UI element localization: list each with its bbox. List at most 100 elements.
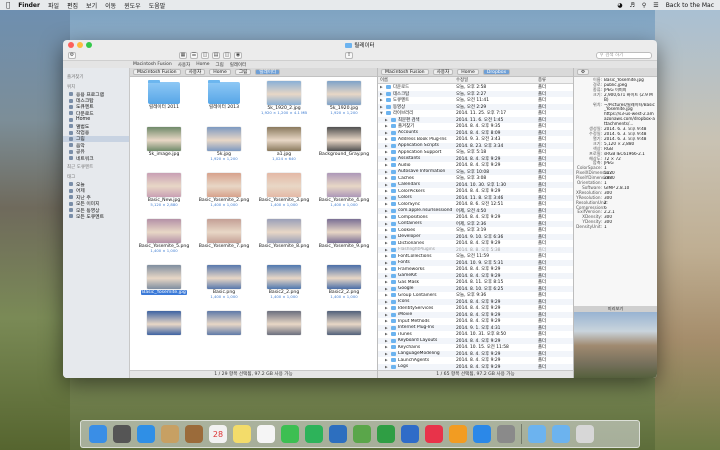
column-header-name[interactable]: 이름 — [378, 77, 456, 83]
path-tab[interactable]: 사용자 — [432, 69, 454, 75]
quicklook-button[interactable]: ◉ — [234, 51, 242, 59]
disclosure-triangle-icon[interactable]: ▶ — [385, 339, 389, 343]
list-row[interactable]: ▶ Colors 2014. 11. 8. 오후 3:46 폴더 — [378, 194, 573, 201]
applications-folder-icon[interactable] — [528, 425, 546, 443]
file-icon-item[interactable]: Basic_Yosemite_5.png 1,400 × 1,000 — [134, 217, 194, 263]
window-titlebar[interactable]: 릴레이터 — [63, 40, 657, 50]
menu-item-file[interactable]: 파일 — [48, 1, 59, 10]
photos-icon[interactable] — [329, 425, 347, 443]
disclosure-triangle-icon[interactable]: ▶ — [385, 345, 389, 349]
sidebar-section-title[interactable]: 최근 도큐멘트 — [63, 161, 129, 171]
disclosure-triangle-icon[interactable]: ▶ — [385, 170, 389, 174]
file-icon-item[interactable]: Basic_Yosemite_2.png 1,400 × 1,000 — [194, 171, 254, 217]
finder-icon[interactable] — [89, 425, 107, 443]
disclosure-triangle-icon[interactable]: ▶ — [385, 280, 389, 284]
file-icon-item[interactable]: Basic_New.jpg 5,120 × 2,880 — [134, 171, 194, 217]
path-item[interactable]: 릴레이터 — [230, 62, 247, 68]
sidebar-section-title[interactable]: 위치 — [63, 81, 129, 91]
disclosure-triangle-icon[interactable]: ▶ — [385, 118, 389, 122]
file-icon-item[interactable]: Basic_Yosemite_9.png — [314, 217, 374, 263]
disclosure-triangle-icon[interactable]: ▶ — [385, 313, 389, 317]
spotlight-icon[interactable]: ⚲ — [642, 2, 646, 9]
ibooks-icon[interactable] — [449, 425, 467, 443]
disclosure-triangle-icon[interactable]: ▶ — [385, 124, 389, 128]
view-icon-button[interactable]: ▦ — [179, 51, 187, 59]
disclosure-triangle-icon[interactable]: ▶ — [385, 196, 389, 200]
minimize-button[interactable] — [77, 42, 83, 48]
list-row[interactable]: ▶ ColorPickers 2014. 8. 4. 오후 9:29 폴더 — [378, 188, 573, 195]
list-row[interactable]: ▶ Application Scripts 2014. 8. 23. 오후 3:34… — [378, 142, 573, 149]
path-tab[interactable]: Home — [209, 69, 231, 75]
maps-icon[interactable] — [353, 425, 371, 443]
list-row[interactable]: ▶ 최문편 검색 2014. 11. 6. 오전 1:45 폴더 — [378, 116, 573, 123]
facetime-icon[interactable] — [305, 425, 323, 443]
view-flow-button[interactable]: ▤ — [212, 51, 220, 59]
sidebar-section-title[interactable]: 태그 — [63, 171, 129, 181]
disclosure-triangle-icon[interactable]: ▶ — [385, 274, 389, 278]
mail-icon[interactable] — [161, 425, 179, 443]
disclosure-triangle-icon[interactable]: ▶ — [385, 150, 389, 154]
reminders-icon[interactable] — [257, 425, 275, 443]
list-row[interactable]: ▶ Application Support 오늘, 오후 5:18 폴더 — [378, 149, 573, 156]
list-row[interactable]: ▶ Group Containers 오늘, 오후 9:36 폴더 — [378, 292, 573, 299]
list-row[interactable]: ▶ iTunes 2014. 10. 31. 오후 8:50 폴더 — [378, 331, 573, 338]
list-row[interactable]: ▶ Developer 2014. 9. 10. 오후 6:36 폴더 — [378, 233, 573, 240]
file-icon-item[interactable]: 5k_1920.jpg 1,920 × 1,200 — [314, 79, 374, 125]
list-row[interactable]: ▶ 도큐멘트 오늘, 오전 11:41 폴더 — [378, 97, 573, 104]
disclosure-triangle-icon[interactable]: ▶ — [385, 358, 389, 362]
disclosure-triangle-icon[interactable]: ▶ — [385, 215, 389, 219]
list-row[interactable]: ▶ Frameworks 2014. 8. 4. 오후 9:29 폴더 — [378, 266, 573, 273]
path-tab[interactable]: Macintosh Fusion — [133, 69, 181, 75]
disclosure-triangle-icon[interactable]: ▶ — [385, 319, 389, 323]
search-input[interactable]: ⚲ 검색 하기 — [596, 51, 652, 59]
info-gear-button[interactable]: ⚙ — [577, 69, 590, 75]
list-row[interactable]: ▶ 동영상 오늘, 오전 2:29 폴더 — [378, 103, 573, 110]
list-row[interactable]: ▶ Gas Mask 2014. 8. 11. 오후 8:15 폴더 — [378, 279, 573, 286]
list-row[interactable]: ▶ Keyboard Layouts 2014. 8. 4. 오후 9:29 폴더 — [378, 337, 573, 344]
list-row[interactable]: ▶ Cookies 오늘, 오후 3:19 폴더 — [378, 227, 573, 234]
contacts-icon[interactable] — [185, 425, 203, 443]
file-icon-item[interactable]: a1.jpg 1,024 × 640 — [254, 125, 314, 171]
menu-item-go[interactable]: 이동 — [105, 1, 116, 10]
menu-clock-label[interactable]: Back to the Mac — [666, 2, 714, 9]
path-item[interactable]: 그림 — [215, 62, 223, 68]
file-icon-item[interactable]: 릴레이터 2013 — [194, 79, 254, 125]
file-icon-item[interactable]: Background_Gray.png — [314, 125, 374, 171]
menu-item-edit[interactable]: 편집 — [67, 1, 78, 10]
disclosure-triangle-icon[interactable]: ▶ — [380, 85, 384, 89]
disclosure-triangle-icon[interactable]: ▶ — [385, 183, 389, 187]
path-tab[interactable]: Home — [457, 69, 479, 75]
file-icon-item[interactable]: Basic2_2.png 1,400 × 1,000 — [314, 263, 374, 309]
share-button[interactable]: ⇧ — [345, 51, 353, 59]
column-header-kind[interactable]: 종류 — [538, 77, 570, 83]
disclosure-triangle-icon[interactable]: ▶ — [385, 287, 389, 291]
menu-app-name[interactable]: Finder — [18, 2, 40, 9]
list-row[interactable]: ▶ GameKit 2014. 8. 4. 오후 9:29 폴더 — [378, 272, 573, 279]
dual-pane-button[interactable]: ◫ — [223, 51, 231, 59]
path-item[interactable]: Macintosh Fusion — [133, 62, 172, 67]
file-icon-item[interactable]: 5k_image.jpg — [134, 125, 194, 171]
file-icon-item[interactable]: Basic_Yosemite_3.png 1,400 × 1,000 — [254, 171, 314, 217]
disclosure-triangle-icon[interactable]: ▶ — [385, 300, 389, 304]
view-list-button[interactable]: ☰ — [190, 51, 198, 59]
list-row[interactable]: ▶ FlashlightPlugins 2014. 8. 8. 오후 5:38 폴더 — [378, 246, 573, 253]
disclosure-triangle-icon[interactable]: ▶ — [385, 228, 389, 232]
list-row[interactable]: ▶ IdentityServices 2014. 8. 4. 오후 9:29 폴더 — [378, 305, 573, 312]
path-tab[interactable]: 사용자 — [184, 69, 206, 75]
list-row[interactable]: ▶ FontCollections 오늘, 오전 11:59 폴더 — [378, 253, 573, 260]
path-tab[interactable]: 그림 — [234, 69, 252, 75]
list-row[interactable]: ▶ Accounts 2014. 8. 4. 오후 8:09 폴더 — [378, 129, 573, 136]
file-icon-item[interactable]: 5k_1920_2.jpg 1,920 × 1,200 × 4.1 MB — [254, 79, 314, 125]
list-row[interactable]: ▶ Keychains 2014. 10. 15. 오전 11:58 폴더 — [378, 344, 573, 351]
disclosure-triangle-icon[interactable]: ▶ — [385, 202, 389, 206]
disclosure-triangle-icon[interactable]: ▶ — [385, 222, 389, 226]
path-item[interactable]: 사용자 — [178, 62, 190, 68]
menu-item-view[interactable]: 보기 — [86, 1, 97, 10]
list-row[interactable]: ▶ 데스크탑 오늘, 오후 2:27 폴더 — [378, 90, 573, 97]
list-row[interactable]: ▶ 다운로드 오늘, 오후 2:58 폴더 — [378, 84, 573, 91]
list-row[interactable]: ▶ Fonts 2014. 10. 9. 오후 5:31 폴더 — [378, 259, 573, 266]
list-row[interactable]: ▶ Compositions 2014. 8. 4. 오후 9:29 폴더 — [378, 214, 573, 221]
messages-icon[interactable] — [281, 425, 299, 443]
path-tab-active[interactable]: Dropbox — [482, 69, 511, 75]
close-button[interactable] — [68, 42, 74, 48]
